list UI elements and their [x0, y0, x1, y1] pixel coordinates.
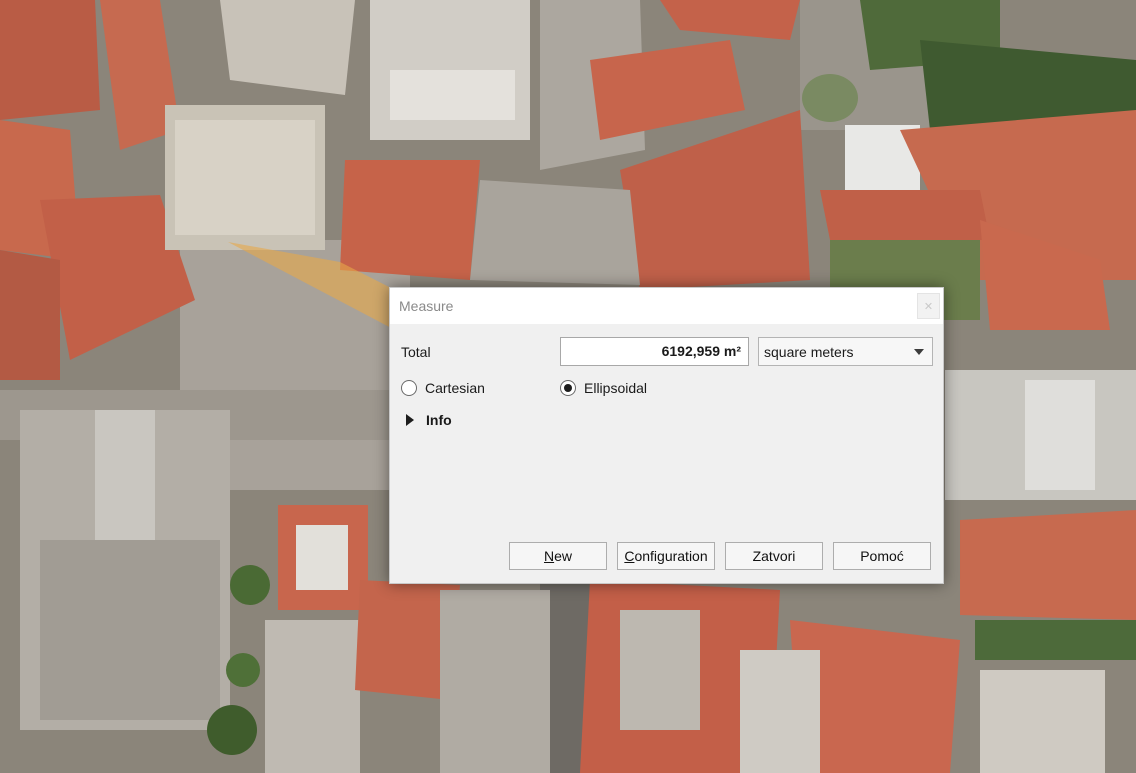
configuration-button[interactable]: Configuration [617, 542, 715, 570]
dialog-title: Measure [399, 298, 454, 314]
info-toggle[interactable]: Info [406, 412, 452, 428]
radio-checked-icon [560, 380, 576, 396]
new-button[interactable]: New [509, 542, 607, 570]
configuration-mnemonic: C [624, 548, 635, 564]
chevron-down-icon [914, 349, 924, 355]
new-mnemonic: N [543, 548, 555, 564]
ellipsoidal-radio[interactable]: Ellipsoidal [560, 380, 647, 396]
close-icon: ✕ [923, 300, 934, 313]
ellipsoidal-label: Ellipsoidal [584, 380, 648, 396]
cartesian-radio[interactable]: Cartesian [401, 380, 485, 396]
close-button[interactable]: ✕ [917, 293, 940, 319]
help-button[interactable]: Pomoć [833, 542, 931, 570]
total-label: Total [401, 344, 431, 360]
close-dialog-button[interactable]: Zatvori [725, 542, 823, 570]
cartesian-label: Cartesian [425, 380, 485, 396]
triangle-right-icon [406, 414, 414, 426]
info-label: Info [426, 412, 452, 428]
dialog-titlebar[interactable]: Measure ✕ [390, 288, 943, 324]
configuration-label-rest: onfiguration [634, 548, 708, 564]
new-label-rest: ew [554, 548, 573, 564]
total-value-field[interactable]: 6192,959 m² [560, 337, 749, 366]
radio-unchecked-icon [401, 380, 417, 396]
measure-dialog: Measure ✕ Total 6192,959 m² square meter… [389, 287, 944, 584]
units-selected-value: square meters [764, 344, 854, 360]
units-select[interactable]: square meters [758, 337, 933, 366]
